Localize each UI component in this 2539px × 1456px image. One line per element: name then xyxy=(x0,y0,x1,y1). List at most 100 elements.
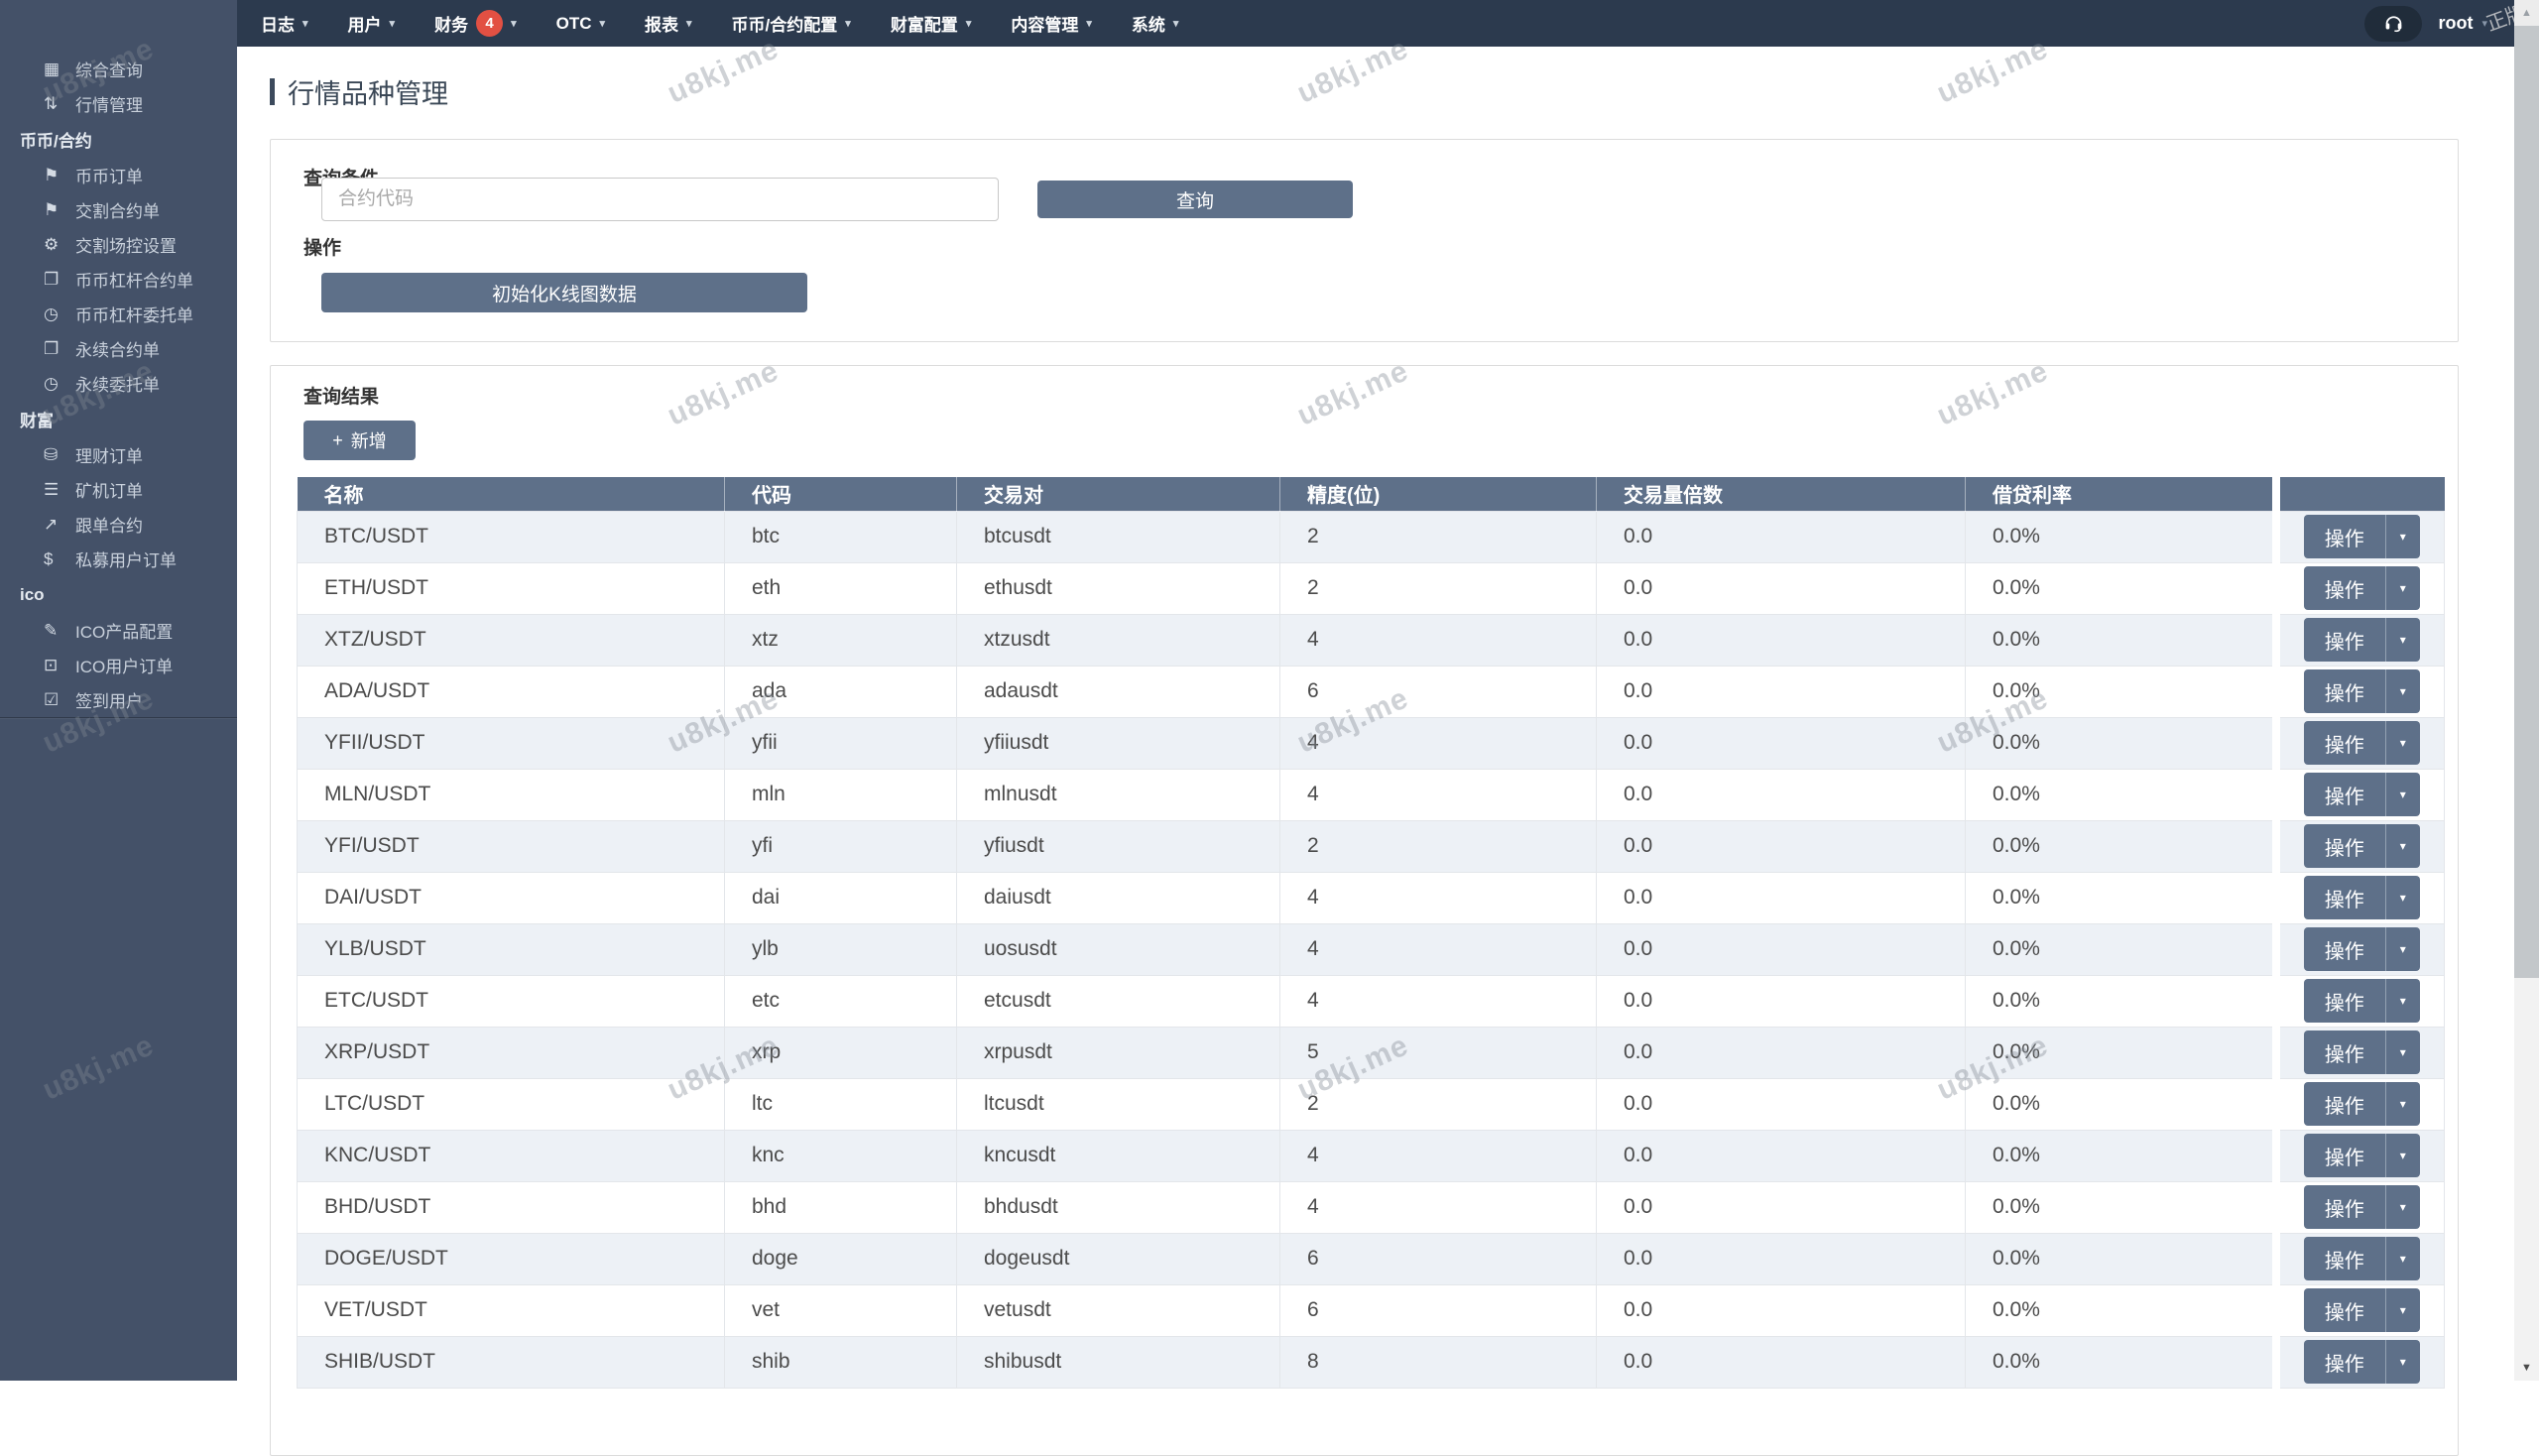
chevron-down-icon: ▾ xyxy=(2399,736,2406,750)
table-cell: 5 xyxy=(1279,1026,1597,1079)
row-action-dropdown-button[interactable]: ▾ xyxy=(2385,1288,2420,1332)
table-row: XRP/USDT xrp xrpusdt 5 0.0 0.0% 操作 ▾ xyxy=(297,1026,2445,1079)
row-action-dropdown-button[interactable]: ▾ xyxy=(2385,566,2420,610)
row-action-button[interactable]: 操作 xyxy=(2303,515,2386,558)
scrollbar-up-button[interactable]: ▲ xyxy=(2514,0,2539,26)
row-action-dropdown-button[interactable]: ▾ xyxy=(2385,515,2420,558)
navbar-menu-item[interactable]: OTC ▾ xyxy=(537,0,625,47)
grid-icon: ▦ xyxy=(44,59,60,78)
table-body: BTC/USDT btc btcusdt 2 0.0 0.0% 操作 ▾ ETH/USDT eth… xyxy=(297,510,2445,1389)
table-cell: MLN/USDT xyxy=(297,768,725,821)
table-cell: 0.0% xyxy=(1965,613,2276,667)
scrollbar-down-button[interactable]: ▼ xyxy=(2514,1355,2539,1381)
row-action-button[interactable]: 操作 xyxy=(2303,927,2386,971)
row-action-dropdown-button[interactable]: ▾ xyxy=(2385,1134,2420,1177)
row-action-button[interactable]: 操作 xyxy=(2303,824,2386,868)
contract-code-input[interactable] xyxy=(321,178,999,221)
navbar-menu-item[interactable]: 日志 ▾ xyxy=(241,0,328,47)
row-action-dropdown-button[interactable]: ▾ xyxy=(2385,1031,2420,1074)
row-action-dropdown-button[interactable]: ▾ xyxy=(2385,1185,2420,1229)
row-action-dropdown-button[interactable]: ▾ xyxy=(2385,669,2420,713)
navbar-menu-item[interactable]: 币币/合约配置 ▾ xyxy=(712,0,871,47)
table-row: YFII/USDT yfii yfiiusdt 4 0.0 0.0% 操作 ▾ xyxy=(297,716,2445,770)
row-action-dropdown-button[interactable]: ▾ xyxy=(2385,1082,2420,1126)
navbar-menu-item[interactable]: 报表 ▾ xyxy=(625,0,712,47)
sidebar-item[interactable]: ↗ 跟单合约 xyxy=(0,507,237,542)
sidebar-item[interactable]: ⊡ ICO用户订单 xyxy=(0,648,237,682)
row-action-dropdown-button[interactable]: ▾ xyxy=(2385,773,2420,816)
chevron-down-icon: ▾ xyxy=(2399,581,2406,595)
navbar-menu-label: 财富配置 xyxy=(890,16,958,35)
chevron-down-icon: ▾ xyxy=(845,18,851,30)
table-cell: 2 xyxy=(1279,1077,1597,1131)
row-action-button[interactable]: 操作 xyxy=(2303,1288,2386,1332)
username: root xyxy=(2438,13,2474,33)
column-header: 代码 xyxy=(724,477,957,511)
navbar-menu-label: 财务 xyxy=(434,16,469,35)
row-action-button[interactable]: 操作 xyxy=(2303,1031,2386,1074)
scrollbar[interactable]: ▲ ▼ xyxy=(2514,0,2539,1381)
row-action-button[interactable]: 操作 xyxy=(2303,618,2386,662)
table-cell: 0.0 xyxy=(1596,871,1966,924)
table-cell: 0.0% xyxy=(1965,1283,2276,1337)
sidebar-item[interactable]: ❐ 币币杠杆合约单 xyxy=(0,262,237,297)
row-action-button[interactable]: 操作 xyxy=(2303,721,2386,765)
sidebar-item[interactable]: ❐ 永续合约单 xyxy=(0,331,237,366)
navbar-menu-item[interactable]: 系统 ▾ xyxy=(1112,0,1199,47)
scrollbar-thumb[interactable] xyxy=(2514,26,2539,978)
row-actions-cell: 操作 ▾ xyxy=(2271,1129,2445,1182)
row-action-button[interactable]: 操作 xyxy=(2303,773,2386,816)
table-row: ETH/USDT eth ethusdt 2 0.0 0.0% 操作 ▾ xyxy=(297,561,2445,615)
navbar-menu-item[interactable]: 财务 4 ▾ xyxy=(415,0,537,47)
row-actions-cell: 操作 ▾ xyxy=(2271,716,2445,770)
navbar-menu-item[interactable]: 内容管理 ▾ xyxy=(991,0,1112,47)
row-action-dropdown-button[interactable]: ▾ xyxy=(2385,1237,2420,1280)
navbar-menu-item[interactable]: 财富配置 ▾ xyxy=(871,0,992,47)
row-action-dropdown-button[interactable]: ▾ xyxy=(2385,721,2420,765)
row-action-dropdown-button[interactable]: ▾ xyxy=(2385,1340,2420,1384)
sidebar-item[interactable]: ◷ 币币杠杆委托单 xyxy=(0,297,237,331)
sidebar-item[interactable]: ⚑ 交割合约单 xyxy=(0,192,237,227)
row-action-dropdown-button[interactable]: ▾ xyxy=(2385,618,2420,662)
row-action-button[interactable]: 操作 xyxy=(2303,1134,2386,1177)
row-action-button[interactable]: 操作 xyxy=(2303,1082,2386,1126)
table-cell: 4 xyxy=(1279,716,1597,770)
table-row: SHIB/USDT shib shibusdt 8 0.0 0.0% 操作 ▾ xyxy=(297,1335,2445,1389)
sidebar-item-label: 矿机订单 xyxy=(75,482,143,501)
sidebar-item[interactable]: $ 私募用户订单 xyxy=(0,542,237,576)
sidebar-item[interactable]: ▦ 综合查询 xyxy=(0,52,237,86)
row-action-button[interactable]: 操作 xyxy=(2303,566,2386,610)
row-action-button[interactable]: 操作 xyxy=(2303,1185,2386,1229)
sidebar-item[interactable]: ⛁ 理财订单 xyxy=(0,437,237,472)
row-actions-cell: 操作 ▾ xyxy=(2271,613,2445,667)
navbar-menu-item[interactable]: 用户 ▾ xyxy=(328,0,416,47)
headset-icon xyxy=(2383,12,2404,36)
row-action-dropdown-button[interactable]: ▾ xyxy=(2385,876,2420,919)
sidebar-item[interactable]: ⚙ 交割场控设置 xyxy=(0,227,237,262)
row-action-dropdown-button[interactable]: ▾ xyxy=(2385,979,2420,1023)
table-cell: XRP/USDT xyxy=(297,1026,725,1079)
sidebar-item[interactable]: ⇅ 行情管理 xyxy=(0,86,237,121)
table-cell: 6 xyxy=(1279,1283,1597,1337)
sidebar-item[interactable]: ☰ 矿机订单 xyxy=(0,472,237,507)
init-kline-button[interactable]: 初始化K线图数据 xyxy=(321,273,807,312)
table-cell: 4 xyxy=(1279,1129,1597,1182)
sidebar-item[interactable]: ☑ 签到用户 xyxy=(0,682,237,717)
row-action-button[interactable]: 操作 xyxy=(2303,1340,2386,1384)
row-action-button[interactable]: 操作 xyxy=(2303,979,2386,1023)
sidebar-item[interactable]: ⚑ 币币订单 xyxy=(0,158,237,192)
sidebar-item[interactable]: ✎ ICO产品配置 xyxy=(0,613,237,648)
sidebar-item[interactable]: ◷ 永续委托单 xyxy=(0,366,237,401)
chevron-down-icon: ▾ xyxy=(389,18,396,30)
query-results-label: 查询结果 xyxy=(303,387,380,408)
add-button[interactable]: + 新增 xyxy=(303,421,416,460)
row-action-dropdown-button[interactable]: ▾ xyxy=(2385,824,2420,868)
row-action-button[interactable]: 操作 xyxy=(2303,876,2386,919)
user-menu[interactable]: root ▾ xyxy=(2438,13,2487,34)
search-button[interactable]: 查询 xyxy=(1037,181,1353,218)
row-action-dropdown-button[interactable]: ▾ xyxy=(2385,927,2420,971)
row-action-button[interactable]: 操作 xyxy=(2303,1237,2386,1280)
row-action-button[interactable]: 操作 xyxy=(2303,669,2386,713)
chevron-down-icon: ▾ xyxy=(2399,942,2406,956)
support-button[interactable] xyxy=(2364,5,2423,42)
